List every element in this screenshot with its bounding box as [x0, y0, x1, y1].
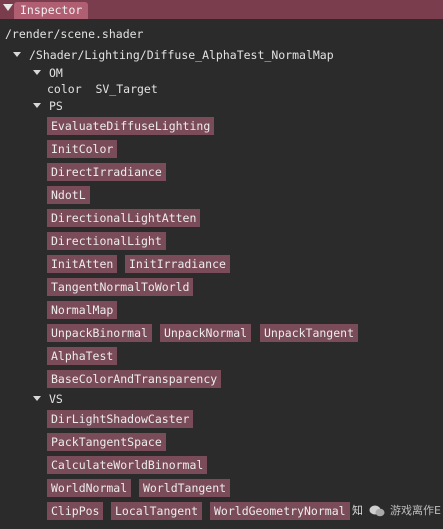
expand-arrow-icon[interactable] [13, 52, 21, 57]
vs-node[interactable]: CalculateWorldBinormal [47, 456, 208, 474]
tree-root[interactable]: /Shader/Lighting/Diffuse_AlphaTest_Norma… [13, 48, 334, 62]
wechat-icon [369, 505, 384, 517]
group-label-om: OM [49, 66, 63, 80]
file-path: /render/scene.shader [5, 27, 144, 41]
vs-node[interactable]: DirLightShadowCaster [47, 410, 194, 428]
vs-node[interactable]: PackTangentSpace [47, 433, 166, 451]
vs-node[interactable]: LocalTangent [111, 502, 203, 520]
ps-node[interactable]: TangentNormalToWorld [47, 278, 194, 296]
group-label-ps: PS [49, 99, 63, 113]
group-label-vs: VS [49, 392, 63, 406]
watermark-prefix: 知 [352, 504, 363, 517]
ps-node[interactable]: NdotL [47, 186, 90, 204]
om-output-item: color SV_Target [47, 82, 158, 96]
watermark: 知 游戏离作E [352, 502, 441, 520]
expand-arrow-icon[interactable] [33, 70, 41, 75]
ps-node[interactable]: InitAtten [47, 255, 118, 273]
inspector-titlebar: Inspector [0, 0, 443, 19]
ps-node[interactable]: UnpackBinormal [47, 324, 152, 342]
ps-node[interactable]: DirectIrradiance [47, 163, 166, 181]
tree-group-ps[interactable]: PS [33, 99, 63, 113]
expand-arrow-icon[interactable] [33, 396, 41, 401]
ps-node[interactable]: EvaluateDiffuseLighting [47, 117, 215, 135]
ps-node[interactable]: BaseColorAndTransparency [47, 370, 222, 388]
tab-inspector[interactable]: Inspector [14, 2, 89, 19]
ps-node[interactable]: InitIrradiance [125, 255, 230, 273]
tree-group-vs[interactable]: VS [33, 392, 63, 406]
collapse-arrow-icon[interactable] [3, 4, 13, 11]
vs-node[interactable]: WorldTangent [139, 479, 231, 497]
ps-node[interactable]: AlphaTest [47, 347, 118, 365]
expand-arrow-icon[interactable] [33, 103, 41, 108]
vs-node[interactable]: ClipPos [47, 502, 104, 520]
vs-node[interactable]: WorldGeometryNormal [210, 502, 350, 520]
ps-node[interactable]: UnpackNormal [160, 324, 252, 342]
watermark-text: 游戏离作E [390, 504, 441, 517]
tree-root-label: /Shader/Lighting/Diffuse_AlphaTest_Norma… [29, 48, 334, 62]
ps-node[interactable]: InitColor [47, 140, 118, 158]
vs-node[interactable]: WorldNormal [47, 479, 132, 497]
ps-node[interactable]: DirectionalLight [47, 232, 166, 250]
ps-node[interactable]: NormalMap [47, 301, 118, 319]
ps-node[interactable]: UnpackTangent [260, 324, 359, 342]
ps-node[interactable]: DirectionalLightAtten [47, 209, 201, 227]
tree-group-om[interactable]: OM [33, 66, 63, 80]
